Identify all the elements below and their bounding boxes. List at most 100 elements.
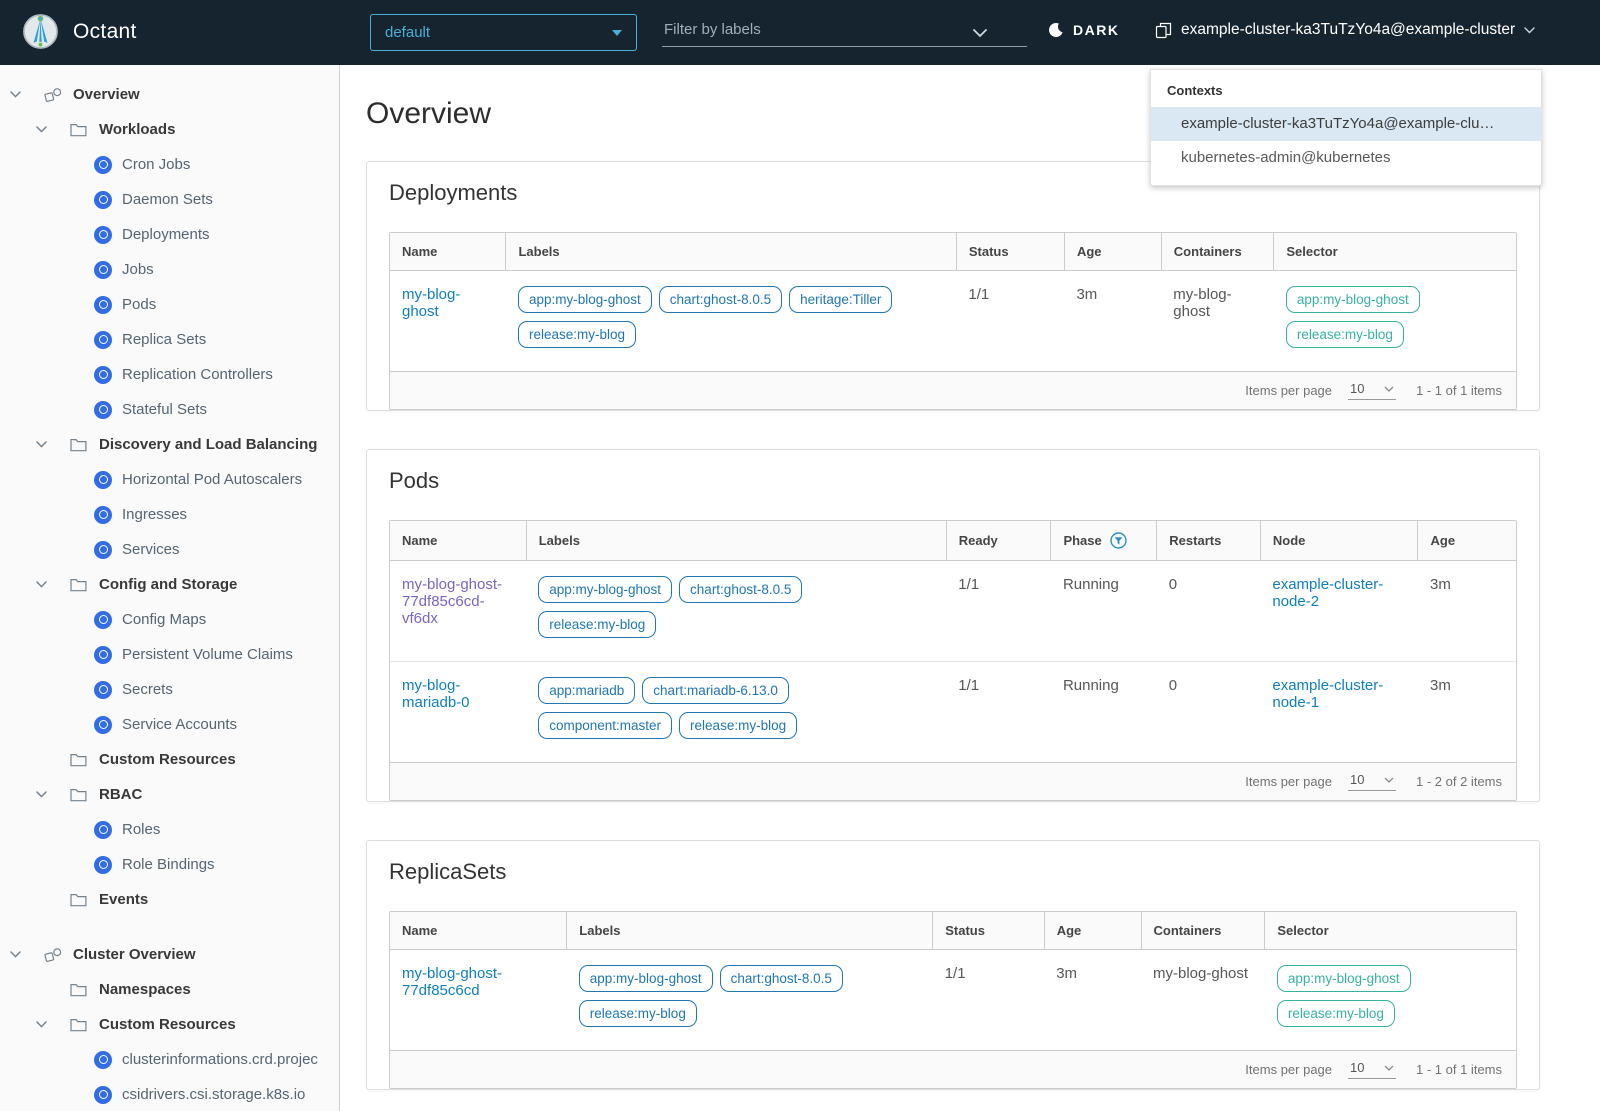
label-pill[interactable]: chart:ghost-8.0.5: [679, 576, 803, 603]
selector-cell: app:my-blog-ghost release:my-blog: [1273, 270, 1516, 371]
label-pill[interactable]: heritage:Tiller: [789, 286, 893, 313]
page-size-select[interactable]: 10: [1348, 772, 1397, 791]
status-cell: 1/1: [956, 270, 1065, 371]
sidebar-item-stateful-sets[interactable]: Stateful Sets: [0, 392, 339, 427]
replica-sets-icon: [94, 330, 112, 349]
label-pill[interactable]: release:my-blog: [538, 611, 657, 638]
sidebar-item-overview[interactable]: Overview: [0, 77, 339, 112]
contexts-dropdown: Contexts example-cluster-ka3TuTzYo4a@exa…: [1150, 69, 1542, 186]
sidebar-item-service-accounts[interactable]: Service Accounts: [0, 707, 339, 742]
label-pill[interactable]: chart:ghost-8.0.5: [719, 965, 843, 992]
label-pill[interactable]: chart:mariadb-6.13.0: [642, 677, 789, 704]
deployments-card: Deployments Name Labels Status Age Conta…: [366, 161, 1540, 411]
sidebar-item-custom-resources[interactable]: Custom Resources: [0, 742, 339, 777]
daemon-sets-icon: [94, 190, 112, 209]
page-size-select[interactable]: 10: [1348, 1060, 1397, 1079]
sidebar-item-pods[interactable]: Pods: [0, 287, 339, 322]
filter-funnel-icon[interactable]: [1110, 532, 1127, 549]
ingresses-icon: [94, 505, 112, 524]
sidebar-item-horizontal-pod-autoscalers[interactable]: Horizontal Pod Autoscalers: [0, 462, 339, 497]
deployments-icon: [94, 225, 112, 244]
sidebar-item-discovery-and-load-balancing[interactable]: Discovery and Load Balancing: [0, 427, 339, 462]
chevron-down-icon[interactable]: [36, 791, 70, 798]
col-ready: Ready: [945, 521, 1051, 561]
replicaset-name-link[interactable]: my-blog-ghost-77df85c6cd: [402, 965, 502, 999]
col-node: Node: [1259, 521, 1418, 561]
sidebar-item-events[interactable]: Events: [0, 882, 339, 917]
chevron-down-icon[interactable]: [36, 581, 70, 588]
table-header-row: Name Labels Status Age Containers Select…: [390, 233, 1516, 271]
page-size-select[interactable]: 10: [1348, 381, 1397, 400]
chevron-down-icon[interactable]: [10, 91, 44, 98]
node-link[interactable]: example-cluster-node-1: [1272, 677, 1383, 711]
sidebar-item-custom-resources[interactable]: Custom Resources: [0, 1007, 339, 1042]
sidebar-item-config-maps[interactable]: Config Maps: [0, 602, 339, 637]
sidebar-item-label: Replication Controllers: [122, 366, 273, 383]
label-pill[interactable]: chart:ghost-8.0.5: [658, 286, 783, 313]
pods-card-title: Pods: [389, 468, 440, 493]
sidebar-item-services[interactable]: Services: [0, 532, 339, 567]
col-name: Name: [390, 912, 567, 950]
theme-toggle-button[interactable]: DARK: [1048, 22, 1119, 38]
labels-cell: app:my-blog-ghost chart:ghost-8.0.5 releas…: [526, 560, 947, 662]
col-restarts: Restarts: [1156, 521, 1261, 561]
sidebar-item-workloads[interactable]: Workloads: [0, 112, 339, 147]
label-pill[interactable]: app:my-blog-ghost: [538, 576, 673, 603]
replicasets-card: ReplicaSets Name Labels Status Age Conta…: [366, 840, 1540, 1090]
context-selector-button[interactable]: example-cluster-ka3TuTzYo4a@example-clus…: [1155, 21, 1535, 39]
context-menu-item[interactable]: kubernetes-admin@kubernetes: [1151, 141, 1541, 175]
sidebar-item-secrets[interactable]: Secrets: [0, 672, 339, 707]
sidebar-item-cron-jobs[interactable]: Cron Jobs: [0, 147, 339, 182]
label-pill[interactable]: release:my-blog: [679, 712, 798, 739]
sidebar-item-ingresses[interactable]: Ingresses: [0, 497, 339, 532]
sidebar-item-jobs[interactable]: Jobs: [0, 252, 339, 287]
labels-cell: app:my-blog-ghost chart:ghost-8.0.5 releas…: [566, 949, 933, 1050]
sidebar-item-rbac[interactable]: RBAC: [0, 777, 339, 812]
sidebar-item-role-bindings[interactable]: Role Bindings: [0, 847, 339, 882]
pod-name-link[interactable]: my-blog-mariadb-0: [402, 677, 470, 711]
contexts-icon: [1155, 22, 1172, 39]
label-pill[interactable]: release:my-blog: [578, 1000, 697, 1027]
chevron-down-icon[interactable]: [36, 1021, 70, 1028]
sidebar-item-replication-controllers[interactable]: Replication Controllers: [0, 357, 339, 392]
sidebar-item-namespaces[interactable]: Namespaces: [0, 972, 339, 1007]
pods-table: Name Labels Ready Phase Restarts Node Ag…: [389, 520, 1517, 801]
labels-cell: app:my-blog-ghost chart:ghost-8.0.5 herita…: [505, 270, 957, 371]
pagination-range: 1 - 1 of 1 items: [1416, 383, 1502, 398]
label-filter-input[interactable]: [662, 17, 957, 38]
node-link[interactable]: example-cluster-node-2: [1272, 576, 1383, 610]
sidebar-item-clusterinformations-crd-projec[interactable]: clusterinformations.crd.projec: [0, 1042, 339, 1077]
col-name: Name: [390, 233, 506, 271]
deployments-table: Name Labels Status Age Containers Select…: [389, 232, 1517, 410]
sidebar-item-deployments[interactable]: Deployments: [0, 217, 339, 252]
sidebar-item-roles[interactable]: Roles: [0, 812, 339, 847]
folder-icon: [70, 578, 89, 592]
sidebar-item-label: Overview: [73, 86, 140, 103]
sidebar-item-config-and-storage[interactable]: Config and Storage: [0, 567, 339, 602]
label-pill[interactable]: app:mariadb: [538, 677, 636, 704]
context-menu-item[interactable]: example-cluster-ka3TuTzYo4a@example-clu…: [1151, 107, 1541, 141]
selector-cell: app:my-blog-ghost release:my-blog: [1264, 949, 1516, 1050]
namespace-select[interactable]: default: [370, 14, 637, 51]
pod-name-link[interactable]: my-blog-ghost-77df85c6cd-vf6dx: [402, 576, 502, 627]
sidebar-item-label: Role Bindings: [122, 856, 215, 873]
label-pill[interactable]: release:my-blog: [517, 321, 637, 348]
deployment-name-link[interactable]: my-blog-ghost: [402, 286, 460, 320]
sidebar-item-label: Deployments: [122, 226, 210, 243]
sidebar-item-cluster-overview[interactable]: Cluster Overview: [0, 937, 339, 972]
label-pill[interactable]: app:my-blog-ghost: [578, 965, 713, 992]
folder-icon: [70, 788, 89, 802]
sidebar-item-replica-sets[interactable]: Replica Sets: [0, 322, 339, 357]
sidebar-item-daemon-sets[interactable]: Daemon Sets: [0, 182, 339, 217]
chevron-down-icon[interactable]: [973, 25, 987, 43]
label-pill[interactable]: component:master: [538, 712, 673, 739]
label-pill[interactable]: app:my-blog-ghost: [517, 286, 652, 313]
chevron-down-icon[interactable]: [36, 126, 70, 133]
sidebar-item-persistent-volume-claims[interactable]: Persistent Volume Claims: [0, 637, 339, 672]
moon-icon: [1048, 22, 1064, 38]
pods-icon: [94, 295, 112, 314]
chevron-down-icon[interactable]: [10, 951, 44, 958]
sidebar-item-label: Horizontal Pod Autoscalers: [122, 471, 303, 488]
sidebar-item-csidrivers-csi-storage-k8s-io[interactable]: csidrivers.csi.storage.k8s.io: [0, 1077, 339, 1111]
chevron-down-icon[interactable]: [36, 441, 70, 448]
